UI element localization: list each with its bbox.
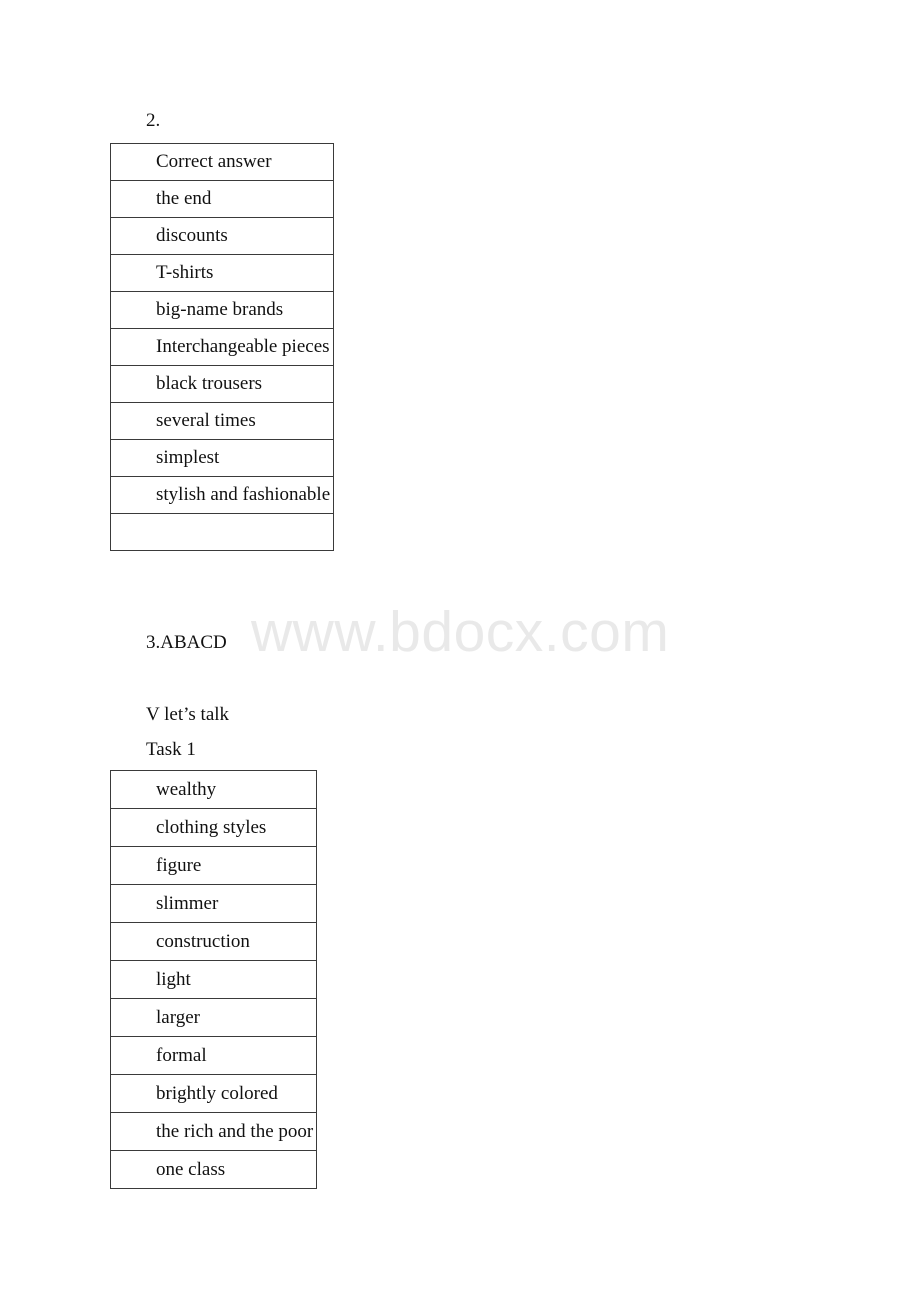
watermark-bdocx: www.bdocx.com [251, 600, 670, 664]
table-cell: formal [110, 1036, 317, 1075]
table-row: big-name brands [110, 291, 334, 329]
table-row: discounts [110, 217, 334, 255]
table-row: simplest [110, 439, 334, 477]
table-row [110, 513, 334, 551]
table-row: larger [110, 998, 317, 1037]
table-row: figure [110, 846, 317, 885]
table-cell: larger [110, 998, 317, 1037]
section-heading-lets-talk: V let’s talk [146, 704, 230, 725]
list-label-2: 2. [146, 110, 161, 131]
item-3-answers: 3.ABACD [146, 632, 227, 653]
table-row: clothing styles [110, 808, 317, 847]
task1-answer-table-body: wealthy clothing styles figure slimmer c… [110, 770, 317, 1189]
table-row: wealthy [110, 770, 317, 809]
table-row: the rich and the poor [110, 1112, 317, 1151]
table-row: brightly colored [110, 1074, 317, 1113]
table-cell: several times [110, 402, 334, 440]
table-cell: clothing styles [110, 808, 317, 847]
table-row: T-shirts [110, 254, 334, 292]
table-cell: discounts [110, 217, 334, 255]
table-cell: the rich and the poor [110, 1112, 317, 1151]
correct-answer-table: Correct answer the end discounts T-shirt… [110, 143, 334, 551]
table-cell: wealthy [110, 770, 317, 809]
table-row: several times [110, 402, 334, 440]
table-cell: big-name brands [110, 291, 334, 329]
task-label: Task 1 [146, 739, 196, 760]
table-row: light [110, 960, 317, 999]
table-cell: stylish and fashionable [110, 476, 334, 514]
table-row: the end [110, 180, 334, 218]
table-row: construction [110, 922, 317, 961]
table-cell: construction [110, 922, 317, 961]
table-row: Correct answer [110, 143, 334, 181]
table-row: Interchangeable pieces [110, 328, 334, 366]
table-cell: brightly colored [110, 1074, 317, 1113]
table-cell: black trousers [110, 365, 334, 403]
table-cell: the end [110, 180, 334, 218]
table-cell: Interchangeable pieces [110, 328, 334, 366]
table-row: stylish and fashionable [110, 476, 334, 514]
correct-answer-table-body: Correct answer the end discounts T-shirt… [110, 143, 334, 551]
table-cell: figure [110, 846, 317, 885]
table-cell: light [110, 960, 317, 999]
task1-answer-table: wealthy clothing styles figure slimmer c… [110, 770, 317, 1189]
table-row: one class [110, 1150, 317, 1189]
table-cell: simplest [110, 439, 334, 477]
table-row: slimmer [110, 884, 317, 923]
table-cell-empty [110, 513, 334, 551]
table-cell: one class [110, 1150, 317, 1189]
table-cell: T-shirts [110, 254, 334, 292]
table-header-cell: Correct answer [110, 143, 334, 181]
document-page: www.bdocx.com 2. Correct answer the end … [0, 0, 920, 1302]
table-cell: slimmer [110, 884, 317, 923]
table-row: formal [110, 1036, 317, 1075]
table-row: black trousers [110, 365, 334, 403]
